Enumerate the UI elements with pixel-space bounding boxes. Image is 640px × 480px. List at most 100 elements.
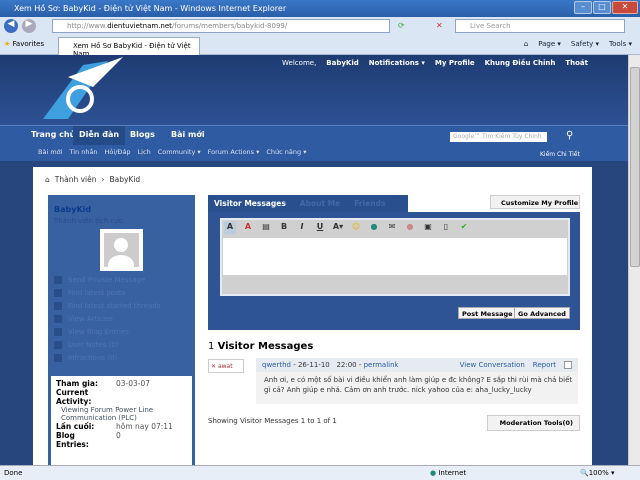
notifications-menu[interactable]: Notifications ▾	[369, 59, 425, 67]
star-icon: ★	[4, 40, 11, 48]
tab-about-me[interactable]: About Me	[300, 199, 340, 212]
view-conversation-link[interactable]: View Conversation	[460, 361, 525, 369]
nav-home[interactable]: Trang chủ	[31, 130, 75, 139]
view-blog-link[interactable]: View Blog Entries	[54, 328, 129, 336]
current-activity-link[interactable]: Viewing Forum Power Line Communication (…	[56, 406, 187, 422]
articles-icon	[54, 315, 62, 323]
bold-button[interactable]: B	[278, 222, 290, 234]
page-menu[interactable]: Page ▾	[538, 40, 561, 48]
minimize-button[interactable]: –	[574, 1, 592, 14]
logout-link[interactable]: Thoát	[565, 59, 588, 67]
home-icon[interactable]: ⌂	[45, 175, 50, 184]
breadcrumb-current: BabyKid	[109, 175, 141, 184]
google-search-input[interactable]: Google™ Tìm Kiếm Tùy Chỉnh	[450, 132, 547, 142]
video-icon[interactable]: ▯	[440, 222, 452, 234]
blog-icon	[54, 328, 62, 336]
browser-tab[interactable]: Xem Hồ Sơ BabyKid - Điện tử Việt Nam	[58, 37, 200, 58]
font-color-button[interactable]: A▾	[332, 222, 344, 234]
profile-sidebar: BabyKid Thành viên tích cực Send Private…	[48, 195, 195, 465]
window-title: Xem Hồ Sơ: BabyKid - Điện tử Việt Nam - …	[14, 4, 287, 13]
profile-stats: Tham gia: 03-03-07 Current Activity: View…	[51, 376, 192, 465]
favorites-button[interactable]: ★ Favorites	[4, 40, 44, 48]
remove-format-icon[interactable]: A	[242, 222, 254, 234]
control-panel-link[interactable]: Khung Điều Chỉnh	[485, 59, 556, 67]
subnav-item[interactable]: Hỏi/Đáp	[105, 148, 131, 161]
forward-button[interactable]: ▶	[22, 19, 36, 33]
subnav-item[interactable]: Chức năng ▾	[266, 148, 306, 161]
user-notes-link[interactable]: User Notes (0)	[54, 341, 119, 349]
search-icon[interactable]: ⚲	[566, 130, 573, 141]
maximize-button[interactable]: □	[593, 1, 611, 14]
unlink-icon[interactable]: ●	[404, 222, 416, 234]
live-search-input[interactable]: Live Search	[455, 19, 625, 33]
subnav-item[interactable]: Lịch	[138, 148, 151, 161]
scrollbar[interactable]	[628, 55, 640, 465]
tab-visitor-messages[interactable]: Visitor Messages	[214, 199, 286, 212]
go-advanced-button[interactable]: Go Advanced	[514, 307, 570, 319]
safety-menu[interactable]: Safety ▾	[571, 40, 599, 48]
send-pm-link[interactable]: Send Private Message	[54, 276, 145, 284]
nav-blogs[interactable]: Blogs	[130, 130, 155, 139]
select-checkbox[interactable]	[564, 361, 572, 369]
content-area: ⌂ Thành viên › BabyKid BabyKid Thành viên t…	[33, 167, 592, 465]
subnav-item[interactable]: Bài mới	[38, 148, 62, 161]
italic-button[interactable]: I	[296, 222, 308, 234]
stop-icon[interactable]: ✕	[436, 21, 443, 30]
posts-icon	[54, 289, 62, 297]
breadcrumb-members[interactable]: Thành viên	[55, 175, 97, 184]
spellcheck-icon[interactable]: ✔	[458, 222, 470, 234]
status-bar: Done ● Internet 🔍100% ▾	[0, 465, 640, 480]
url-input[interactable]: http://www.dientuvietnam.net/forums/memb…	[52, 19, 390, 33]
site-header: Welcome, BabyKid Notifications ▾ My Profile…	[0, 55, 628, 125]
customize-profile-button[interactable]: Customize My Profile	[490, 195, 580, 209]
back-button[interactable]: ◀	[4, 19, 18, 33]
refresh-icon[interactable]: ⟳	[398, 21, 405, 30]
visitor-message: qwerthd - 26-11-10 22:00 - permalink Vie…	[256, 358, 578, 404]
subnav-item[interactable]: Community ▾	[158, 148, 201, 161]
link-icon[interactable]: ●	[368, 222, 380, 234]
breadcrumb: ⌂ Thành viên › BabyKid	[45, 175, 141, 184]
underline-button[interactable]: U	[314, 222, 326, 234]
nav-new-posts[interactable]: Bài mới	[171, 130, 205, 139]
profile-main: Visitor Messages About Me Friends Customiz…	[208, 195, 580, 465]
sub-nav: Bài mới Tin nhắn Hỏi/Đáp Lịch Community ▾ For…	[0, 145, 628, 161]
zone-indicator: ● Internet	[430, 469, 467, 477]
zoom-level[interactable]: 🔍100% ▾	[580, 469, 614, 477]
user-title: Thành viên tích cực	[54, 217, 123, 225]
message-textarea[interactable]	[223, 238, 567, 275]
window-title-bar: Xem Hồ Sơ: BabyKid - Điện tử Việt Nam - …	[0, 0, 640, 17]
find-posts-link[interactable]: Find latest posts	[54, 289, 125, 297]
home-icon[interactable]: ⌂	[524, 40, 528, 48]
username-link[interactable]: BabyKid	[326, 59, 358, 67]
envelope-icon	[54, 276, 62, 284]
infractions-link[interactable]: Infractions (0)	[54, 354, 117, 362]
tab-friends[interactable]: Friends	[354, 199, 385, 212]
paste-icon[interactable]: ▤	[260, 222, 272, 234]
post-message-button[interactable]: Post Message	[458, 307, 517, 319]
email-icon[interactable]: ✉	[386, 222, 398, 234]
message-editor-panel: A A ▤ B I U A▾ ☺ ● ✉ ● ▣ ▯ ✔ Post Message Go Advanced	[208, 212, 580, 330]
smiley-icon[interactable]: ☺	[350, 222, 362, 234]
permalink[interactable]: permalink	[364, 361, 399, 369]
view-articles-link[interactable]: View Articles	[54, 315, 113, 323]
tab-bar: ★ Favorites Xem Hồ Sơ BabyKid - Điện tử …	[0, 35, 640, 58]
author-link[interactable]: qwerthd	[262, 361, 291, 369]
font-icon[interactable]: A	[224, 222, 236, 234]
subnav-item[interactable]: Forum Actions ▾	[208, 148, 260, 161]
subnav-item[interactable]: Tin nhắn	[69, 148, 97, 161]
visitor-messages-heading: 1 Visitor Messages	[208, 341, 314, 352]
message-avatar[interactable]: ✕ awat	[208, 359, 244, 373]
status-text: Done	[4, 469, 23, 477]
report-link[interactable]: Report	[533, 361, 556, 369]
find-threads-link[interactable]: Find latest started threads	[54, 302, 160, 310]
nav-forum[interactable]: Diễn đàn	[73, 126, 126, 146]
user-icon	[54, 341, 62, 349]
image-icon[interactable]: ▣	[422, 222, 434, 234]
site-logo[interactable]	[38, 57, 128, 123]
my-profile-link[interactable]: My Profile	[435, 59, 475, 67]
moderation-tools-button[interactable]: Moderation Tools(0)	[486, 415, 580, 431]
advanced-search-link[interactable]: Kiếm Chi Tiết	[540, 151, 580, 158]
tools-menu[interactable]: Tools ▾	[609, 40, 632, 48]
avatar	[100, 229, 143, 275]
close-button[interactable]: ✕	[612, 1, 638, 14]
